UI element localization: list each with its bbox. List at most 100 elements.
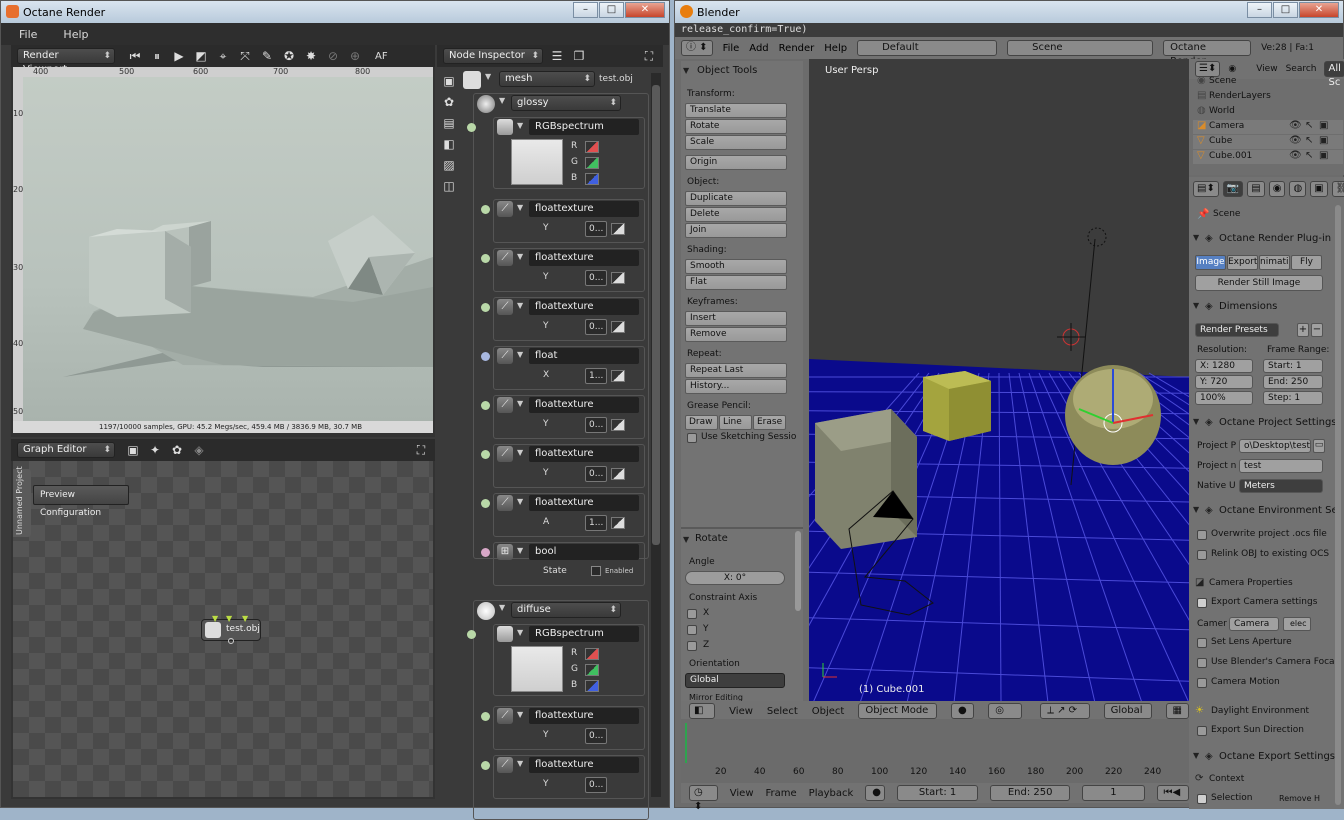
export-icon[interactable]: ◫: [441, 178, 457, 194]
maximize-button[interactable]: □: [1273, 2, 1298, 18]
grease-line-button[interactable]: Line: [719, 415, 752, 430]
collapse-arrow-icon[interactable]: ▼: [499, 96, 505, 105]
outliner-row[interactable]: ◉ Scene: [1193, 75, 1343, 89]
project-name-field[interactable]: test: [1239, 459, 1323, 473]
viewport-mode-select[interactable]: Render Viewport: [17, 48, 115, 75]
frame-step-field[interactable]: Step: 1: [1263, 391, 1323, 405]
render-view[interactable]: [23, 77, 433, 421]
timeline-editor-icon[interactable]: ◷ ⬍: [689, 785, 718, 812]
maximize-inspector-icon[interactable]: ⛶: [641, 48, 657, 64]
render-toggle-icon[interactable]: ▣: [1319, 150, 1328, 161]
btn-delete[interactable]: Delete: [685, 207, 787, 222]
3d-viewport[interactable]: User Persp (1) Cube.001: [809, 59, 1189, 701]
btn-join[interactable]: Join: [685, 223, 787, 238]
collapse-arrow-icon[interactable]: ▼: [517, 399, 523, 408]
btn-rotate[interactable]: Rotate: [685, 119, 787, 134]
collapse-arrow-icon[interactable]: ▼: [517, 546, 523, 555]
editor-type-icon[interactable]: ◧ ⬍: [689, 703, 716, 730]
image-icon[interactable]: ▨: [441, 157, 457, 173]
graph-editor-select[interactable]: Graph Editor: [17, 442, 115, 458]
preview-configuration-button[interactable]: Preview Configuration: [33, 485, 129, 518]
float-value-field[interactable]: 0...: [585, 466, 607, 482]
camera-field[interactable]: Camera: [1229, 617, 1279, 631]
output-pin-icon[interactable]: [228, 638, 234, 644]
menu-help[interactable]: Help: [824, 43, 847, 54]
grease-draw-button[interactable]: Draw: [685, 415, 718, 430]
collapse-arrow-icon[interactable]: ▼: [485, 72, 491, 81]
octane-plugin-header[interactable]: Octane Render Plug-in: [1219, 233, 1331, 244]
collapse-arrow-icon[interactable]: ▼: [517, 350, 523, 359]
object-picker-icon[interactable]: ✪: [281, 48, 297, 64]
manipulator-icons[interactable]: ⟂ ↗ ⟳: [1040, 703, 1090, 719]
rgb-channel-icon[interactable]: [585, 173, 599, 185]
render-tab-icon[interactable]: 📷: [1222, 181, 1244, 197]
bool-checkbox[interactable]: [591, 566, 601, 576]
outliner-filter-icon[interactable]: ◉: [1228, 64, 1236, 74]
save-node-icon[interactable]: ▣: [441, 73, 457, 89]
layers-icon[interactable]: ◧: [441, 136, 457, 152]
relink-obj-checkbox[interactable]: [1197, 550, 1207, 560]
orientation-select[interactable]: Global: [685, 673, 785, 688]
list-icon[interactable]: ☰: [549, 48, 565, 64]
float-slider-icon[interactable]: [611, 223, 625, 235]
rgb-channel-icon[interactable]: [585, 664, 599, 676]
current-frame-field[interactable]: 1: [1082, 785, 1145, 801]
layers-icon[interactable]: ▦: [1165, 703, 1189, 719]
collapse-arrow-icon[interactable]: ▼: [1193, 417, 1199, 426]
render-engine-select[interactable]: Octane Render: [1163, 40, 1252, 67]
windows-icon[interactable]: ❐: [571, 48, 587, 64]
btn-flat[interactable]: Flat: [685, 275, 787, 290]
glossy-select[interactable]: glossy: [511, 95, 621, 111]
btn-translate[interactable]: Translate: [685, 103, 787, 118]
preset-add-button[interactable]: +: [1297, 323, 1309, 337]
scene-field[interactable]: Scene: [1007, 40, 1154, 56]
origin-button[interactable]: Origin: [685, 155, 787, 170]
diffuse-select[interactable]: diffuse: [511, 602, 621, 618]
dimensions-header[interactable]: Dimensions: [1219, 301, 1277, 312]
float-value-field[interactable]: 0...: [585, 777, 607, 793]
focus-picker-icon[interactable]: ◩: [193, 48, 209, 64]
render-toggle-icon[interactable]: ▣: [1319, 120, 1328, 131]
export-settings-header[interactable]: Octane Export Settings: [1219, 751, 1335, 762]
delete-icon[interactable]: ◈: [191, 442, 207, 458]
float-value-field[interactable]: 1...: [585, 515, 607, 531]
current-frame-marker[interactable]: [685, 723, 687, 763]
render-presets-select[interactable]: Render Presets: [1195, 323, 1279, 337]
view-menu[interactable]: View: [729, 706, 753, 717]
node-preset-icon[interactable]: ✿: [441, 94, 457, 110]
outliner-row[interactable]: ◪ Camera 👁 ↖ ▣: [1193, 120, 1343, 134]
plugin-tab-3[interactable]: Fly: [1291, 255, 1322, 270]
close-button[interactable]: ✕: [1299, 2, 1339, 18]
rgb-swatch[interactable]: [511, 139, 563, 185]
visibility-eye-icon[interactable]: 👁: [1289, 120, 1302, 131]
af-button[interactable]: AF: [375, 51, 388, 62]
float-slider-icon[interactable]: [611, 272, 625, 284]
btn-remove[interactable]: Remove: [685, 327, 787, 342]
float-slider-icon[interactable]: [611, 370, 625, 382]
object-menu[interactable]: Object: [812, 706, 845, 717]
select-arrow-icon[interactable]: ↖: [1305, 135, 1313, 146]
angle-field[interactable]: X: 0°: [685, 571, 785, 585]
native-unit-select[interactable]: Meters: [1239, 479, 1323, 493]
mesh-select[interactable]: mesh: [499, 71, 595, 87]
rewind-icon[interactable]: ⏮: [127, 48, 143, 64]
project-path-field[interactable]: o\Desktop\test\: [1239, 439, 1311, 453]
play-icon[interactable]: ▶: [171, 48, 187, 64]
close-button[interactable]: ✕: [625, 2, 665, 18]
float-value-field[interactable]: 0...: [585, 728, 607, 744]
timeline-view-menu[interactable]: View: [730, 788, 754, 799]
plugin-tab-0[interactable]: Image: [1195, 255, 1226, 270]
plugin-tab-1[interactable]: Export: [1227, 255, 1258, 270]
maximize-button[interactable]: □: [599, 2, 624, 18]
outliner-row[interactable]: ▤ RenderLayers: [1193, 90, 1343, 104]
collapse-arrow-icon[interactable]: ▼: [517, 252, 523, 261]
tool-scrollbar[interactable]: [795, 531, 801, 611]
recenter-icon[interactable]: ⤧: [237, 48, 253, 64]
environment-settings-header[interactable]: Octane Environment Se: [1219, 505, 1338, 516]
world-tab-icon[interactable]: ◍: [1289, 181, 1307, 197]
render-toggle-icon[interactable]: ▣: [1319, 135, 1328, 146]
lens-aperture-checkbox[interactable]: [1197, 638, 1207, 648]
properties-scrollbar[interactable]: [1335, 205, 1341, 805]
info-editor-icon[interactable]: ⓘ ⬍: [681, 40, 713, 56]
scene-tab-icon[interactable]: ◉: [1268, 181, 1286, 197]
